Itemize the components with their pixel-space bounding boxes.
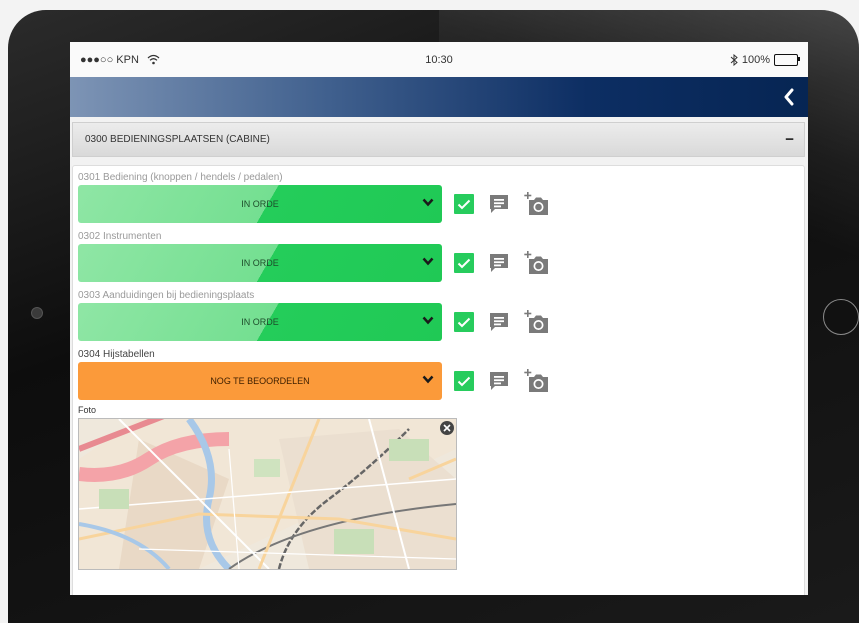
comment-icon[interactable] bbox=[488, 311, 510, 333]
add-photo-icon[interactable] bbox=[524, 368, 550, 394]
battery-icon bbox=[774, 53, 800, 66]
checkmark-icon bbox=[457, 317, 471, 327]
chevron-down-icon bbox=[422, 257, 434, 266]
comment-icon[interactable] bbox=[488, 193, 510, 215]
approve-checkbox[interactable] bbox=[454, 194, 474, 214]
approve-checkbox[interactable] bbox=[454, 312, 474, 332]
back-button[interactable] bbox=[778, 83, 800, 111]
add-photo-icon[interactable] bbox=[524, 250, 550, 276]
status-value: IN ORDE bbox=[241, 317, 279, 327]
item-row: IN ORDE bbox=[78, 303, 799, 341]
bluetooth-icon bbox=[730, 53, 738, 66]
chevron-down-icon bbox=[422, 198, 434, 207]
status-dropdown[interactable]: IN ORDE bbox=[78, 303, 442, 341]
item-label: 0304 Hijstabellen bbox=[78, 349, 155, 360]
home-button[interactable] bbox=[823, 299, 859, 335]
checkmark-icon bbox=[457, 199, 471, 209]
status-dropdown[interactable]: IN ORDE bbox=[78, 185, 442, 223]
approve-checkbox[interactable] bbox=[454, 371, 474, 391]
app-screen: ●●●○○ KPN 10:30 100% 0300 BEDIENINGSPLAA… bbox=[70, 42, 808, 595]
remove-photo-button[interactable] bbox=[440, 421, 454, 435]
comment-icon[interactable] bbox=[488, 252, 510, 274]
wifi-icon bbox=[147, 54, 160, 65]
add-photo-icon[interactable] bbox=[524, 191, 550, 217]
item-row: IN ORDE bbox=[78, 244, 799, 282]
status-value: NOG TE BEOORDELEN bbox=[210, 376, 310, 386]
chevron-down-icon bbox=[422, 375, 434, 384]
nav-bar bbox=[70, 77, 808, 117]
add-photo-icon[interactable] bbox=[524, 309, 550, 335]
chevron-left-icon bbox=[784, 88, 794, 106]
inspection-panel: 0301 Bediening (knoppen / hendels / peda… bbox=[72, 165, 805, 595]
item-row: NOG TE BEOORDELEN bbox=[78, 362, 799, 400]
item-label: 0303 Aanduidingen bij bedieningsplaats bbox=[78, 290, 255, 301]
photo-thumbnail[interactable] bbox=[78, 418, 457, 570]
status-bar: ●●●○○ KPN 10:30 100% bbox=[70, 42, 808, 77]
front-camera bbox=[31, 307, 43, 319]
checkmark-icon bbox=[457, 376, 471, 386]
checkmark-icon bbox=[457, 258, 471, 268]
section-header[interactable]: 0300 BEDIENINGSPLAATSEN (CABINE) − bbox=[72, 122, 805, 157]
clock: 10:30 bbox=[425, 53, 453, 66]
status-dropdown[interactable]: NOG TE BEOORDELEN bbox=[78, 362, 442, 400]
carrier-label: ●●●○○ KPN bbox=[80, 53, 139, 66]
map-image bbox=[79, 419, 456, 569]
comment-icon[interactable] bbox=[488, 370, 510, 392]
item-label: 0302 Instrumenten bbox=[78, 231, 162, 242]
battery-percent: 100% bbox=[741, 53, 770, 66]
approve-checkbox[interactable] bbox=[454, 253, 474, 273]
status-value: IN ORDE bbox=[241, 258, 279, 268]
section-title: 0300 BEDIENINGSPLAATSEN (CABINE) bbox=[85, 134, 270, 145]
photo-label: Foto bbox=[78, 405, 97, 415]
collapse-toggle[interactable]: − bbox=[785, 131, 794, 148]
item-label: 0301 Bediening (knoppen / hendels / peda… bbox=[78, 172, 283, 183]
status-value: IN ORDE bbox=[241, 199, 279, 209]
item-row: IN ORDE bbox=[78, 185, 799, 223]
status-dropdown[interactable]: IN ORDE bbox=[78, 244, 442, 282]
chevron-down-icon bbox=[422, 316, 434, 325]
close-icon bbox=[443, 424, 451, 432]
